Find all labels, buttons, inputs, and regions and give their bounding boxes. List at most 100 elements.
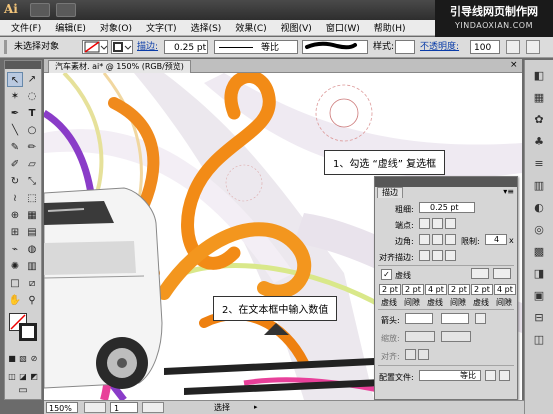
hand-tool-icon[interactable]: ✋ bbox=[7, 293, 23, 308]
close-tab-icon[interactable]: × bbox=[510, 60, 518, 70]
menu-file[interactable]: 文件(F) bbox=[4, 21, 48, 34]
slice-tool-icon[interactable]: ⧄ bbox=[24, 276, 40, 291]
align-panel-icon[interactable]: ⊟ bbox=[531, 310, 547, 325]
stroke-panel-icon[interactable]: ≡ bbox=[531, 156, 547, 171]
swatches-panel-icon[interactable]: ▦ bbox=[531, 90, 547, 105]
opacity-field[interactable]: 100 bbox=[470, 40, 500, 54]
paintbrush-tool-icon[interactable]: ✎ bbox=[7, 140, 23, 155]
eraser-tool-icon[interactable]: ▱ bbox=[24, 157, 40, 172]
flip-along-button[interactable] bbox=[485, 370, 496, 381]
none-mode-icon[interactable]: ⊘ bbox=[29, 351, 39, 366]
menu-edit[interactable]: 编辑(E) bbox=[48, 21, 93, 34]
ellipse-tool-icon[interactable]: ○ bbox=[24, 123, 40, 138]
stroke-swatch[interactable] bbox=[111, 40, 133, 54]
dash-field-1[interactable]: 2 pt bbox=[379, 284, 401, 295]
gradient-mode-icon[interactable]: ▧ bbox=[18, 351, 28, 366]
menu-view[interactable]: 视图(V) bbox=[274, 21, 319, 34]
brush-definition[interactable] bbox=[302, 40, 368, 54]
gap-field-3[interactable]: 4 pt bbox=[494, 284, 516, 295]
blend-tool-icon[interactable]: ◍ bbox=[24, 242, 40, 257]
pen-tool-icon[interactable]: ✒ bbox=[7, 106, 23, 121]
line-tool-icon[interactable]: ╲ bbox=[7, 123, 23, 138]
arrow-tip-button[interactable] bbox=[405, 349, 416, 360]
opacity-link[interactable]: 不透明度: bbox=[420, 40, 459, 54]
dashed-checkbox[interactable]: ✓ bbox=[381, 269, 392, 280]
menu-help[interactable]: 帮助(H) bbox=[367, 21, 413, 34]
gradient-panel-icon[interactable]: ▥ bbox=[531, 178, 547, 193]
draw-inside-icon[interactable]: ◩ bbox=[29, 369, 39, 384]
status-menu-icon[interactable]: ▸ bbox=[254, 402, 258, 413]
blob-brush-tool-icon[interactable]: ✐ bbox=[7, 157, 23, 172]
stroke-color-box[interactable] bbox=[19, 323, 37, 341]
variable-width-profile[interactable]: 等比 bbox=[214, 40, 298, 54]
arrange-documents-icon[interactable] bbox=[56, 3, 76, 17]
shape-builder-tool-icon[interactable]: ⊕ bbox=[7, 208, 23, 223]
align-icon[interactable] bbox=[506, 40, 520, 54]
menu-type[interactable]: 文字(T) bbox=[139, 21, 184, 34]
eyedropper-tool-icon[interactable]: ⌁ bbox=[7, 242, 23, 257]
pathfinder-panel-icon[interactable]: ◫ bbox=[531, 332, 547, 347]
perspective-grid-tool-icon[interactable]: ▦ bbox=[24, 208, 40, 223]
rotate-tool-icon[interactable]: ↻ bbox=[7, 174, 23, 189]
projecting-cap-button[interactable] bbox=[445, 218, 456, 229]
fill-swatch[interactable] bbox=[82, 40, 108, 54]
document-tab[interactable]: 汽车素材. ai* @ 150% (RGB/预览) bbox=[48, 60, 191, 73]
menu-select[interactable]: 选择(S) bbox=[184, 21, 229, 34]
direct-selection-tool-icon[interactable]: ↗ bbox=[24, 72, 40, 87]
align-center-button[interactable] bbox=[419, 250, 430, 261]
flip-across-button[interactable] bbox=[499, 370, 510, 381]
arrow-end-button[interactable] bbox=[418, 349, 429, 360]
menu-effect[interactable]: 效果(C) bbox=[228, 21, 273, 34]
align-outside-button[interactable] bbox=[445, 250, 456, 261]
round-cap-button[interactable] bbox=[432, 218, 443, 229]
graphic-style-swatch[interactable] bbox=[395, 40, 415, 54]
stroke-link[interactable]: 描边: bbox=[137, 40, 158, 54]
color-mode-icon[interactable]: ■ bbox=[7, 351, 17, 366]
type-tool-icon[interactable]: T bbox=[24, 106, 40, 121]
dash-field-3[interactable]: 2 pt bbox=[471, 284, 493, 295]
miter-join-button[interactable] bbox=[419, 234, 430, 245]
align-dash-button[interactable] bbox=[493, 268, 511, 279]
warp-tool-icon[interactable]: ≀ bbox=[7, 191, 23, 206]
weight-field[interactable]: 0.25 pt bbox=[419, 202, 475, 213]
butt-cap-button[interactable] bbox=[419, 218, 430, 229]
first-artboard-button[interactable] bbox=[84, 402, 106, 413]
pencil-tool-icon[interactable]: ✏ bbox=[24, 140, 40, 155]
artboard-number-field[interactable]: 1 bbox=[110, 402, 138, 413]
zoom-field[interactable]: 150% bbox=[46, 402, 78, 413]
symbols-panel-icon[interactable]: ♣ bbox=[531, 134, 547, 149]
artboard-tool-icon[interactable]: □ bbox=[7, 276, 23, 291]
end-scale-field[interactable] bbox=[441, 331, 471, 342]
dash-field-2[interactable]: 4 pt bbox=[425, 284, 447, 295]
gap-field-2[interactable]: 2 pt bbox=[448, 284, 470, 295]
round-join-button[interactable] bbox=[432, 234, 443, 245]
stroke-panel-tab[interactable]: 描边 bbox=[377, 187, 403, 198]
align-inside-button[interactable] bbox=[432, 250, 443, 261]
transparency-panel-icon[interactable]: ◐ bbox=[531, 200, 547, 215]
swap-arrowheads-button[interactable] bbox=[475, 313, 486, 324]
scale-tool-icon[interactable]: ⤡ bbox=[24, 174, 40, 189]
lasso-tool-icon[interactable]: ◌ bbox=[24, 89, 40, 104]
graphic-styles-panel-icon[interactable]: ▩ bbox=[531, 244, 547, 259]
menu-object[interactable]: 对象(O) bbox=[93, 21, 139, 34]
end-arrowhead-select[interactable] bbox=[441, 313, 469, 324]
last-artboard-button[interactable] bbox=[142, 402, 164, 413]
menu-window[interactable]: 窗口(W) bbox=[319, 21, 367, 34]
appearance-panel-icon[interactable]: ◎ bbox=[531, 222, 547, 237]
selection-tool-icon[interactable]: ↖ bbox=[7, 72, 23, 87]
panel-menu-icon[interactable]: ▾≡ bbox=[503, 187, 514, 196]
column-graph-tool-icon[interactable]: ▥ bbox=[24, 259, 40, 274]
magic-wand-tool-icon[interactable]: ✶ bbox=[7, 89, 23, 104]
gap-field-1[interactable]: 2 pt bbox=[402, 284, 424, 295]
brushes-panel-icon[interactable]: ✿ bbox=[531, 112, 547, 127]
profile-select[interactable]: 等比 bbox=[419, 370, 481, 381]
limit-field[interactable]: 4 bbox=[485, 234, 507, 245]
bevel-join-button[interactable] bbox=[445, 234, 456, 245]
layers-panel-icon[interactable]: ◨ bbox=[531, 266, 547, 281]
stroke-weight-field[interactable]: 0.25 pt bbox=[164, 40, 208, 54]
draw-behind-icon[interactable]: ◪ bbox=[18, 369, 28, 384]
screen-mode-icon[interactable]: ▭ bbox=[15, 383, 31, 398]
color-panel-icon[interactable]: ◧ bbox=[531, 68, 547, 83]
draw-normal-icon[interactable]: ◫ bbox=[7, 369, 17, 384]
control-menu-icon[interactable] bbox=[526, 40, 540, 54]
